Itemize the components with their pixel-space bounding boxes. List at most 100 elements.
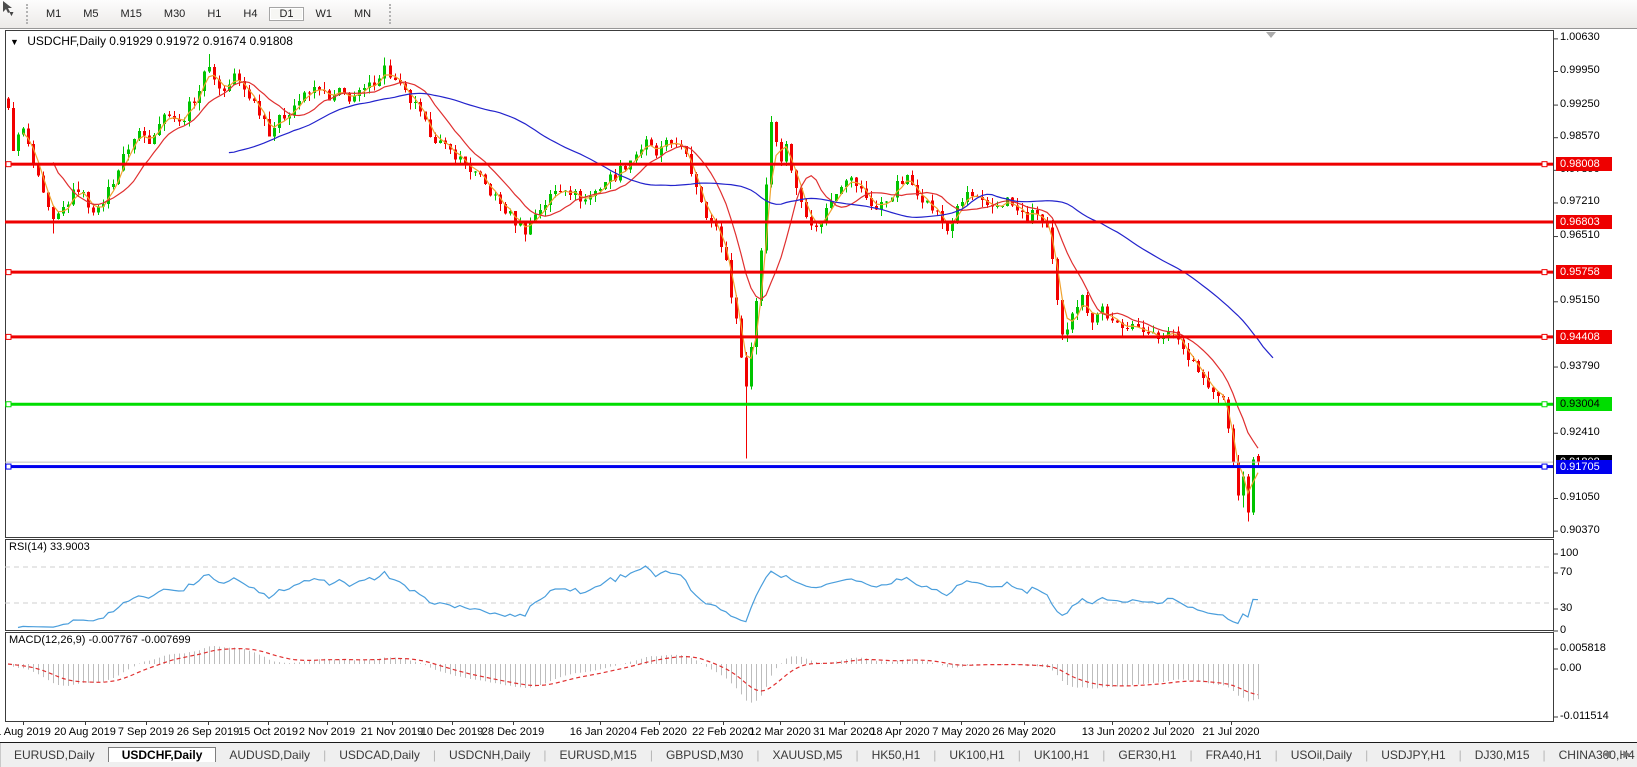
hline-price-label-0.91705: 0.91705 xyxy=(1556,459,1612,474)
timeframe-button-m5[interactable]: M5 xyxy=(73,7,108,21)
timeframe-button-w1[interactable]: W1 xyxy=(306,7,343,21)
macd-signal-line xyxy=(7,647,1259,696)
rsi-axis-label: 100 xyxy=(1560,547,1579,559)
hline-0.94408[interactable] xyxy=(5,335,1553,339)
tab-scroll-right-icon[interactable]: ▶ xyxy=(1623,749,1631,760)
axis-ticks xyxy=(23,38,1558,725)
date-axis-label: 10 Dec 2019 xyxy=(420,726,484,738)
cursor-tool-button[interactable]: ▼ xyxy=(3,1,19,20)
hline-handle[interactable] xyxy=(5,463,12,470)
chart-tab-usdchf-daily[interactable]: USDCHF,Daily xyxy=(107,747,217,762)
date-axis-label: 26 Sep 2019 xyxy=(176,726,240,738)
date-axis-label: 20 Aug 2019 xyxy=(54,726,116,738)
chart-tab-eurusd-daily[interactable]: EURUSD,Daily xyxy=(1,748,108,762)
price-axis-label: 0.96510 xyxy=(1560,229,1600,242)
hline-handle[interactable] xyxy=(1541,401,1548,408)
main-price-panel-border xyxy=(5,30,1554,538)
chart-tab-ger30-h1[interactable]: GER30,H1 xyxy=(1105,748,1189,762)
chart-close-value: 0.91808 xyxy=(249,34,293,48)
horizontal-lines[interactable] xyxy=(5,161,1553,470)
date-axis-label: 13 Jun 2020 xyxy=(1081,726,1143,738)
timeframe-button-h1[interactable]: H1 xyxy=(197,7,231,21)
hline-price-label-0.95758: 0.95758 xyxy=(1556,265,1612,280)
price-axis-label: 0.95150 xyxy=(1560,294,1600,307)
macd-axis-label: 0.00 xyxy=(1560,662,1582,674)
rsi-panel-border xyxy=(5,539,1554,631)
chart-tab-usoil-daily[interactable]: USOil,Daily xyxy=(1278,748,1365,762)
price-axis-label: 0.91050 xyxy=(1560,491,1600,503)
macd-axis-label: 0.005818 xyxy=(1560,642,1606,654)
date-axis-label: 7 Sep 2019 xyxy=(117,726,175,738)
candlestick-chart[interactable] xyxy=(0,28,1637,767)
timeframe-button-h4[interactable]: H4 xyxy=(233,7,267,21)
date-axis-label: 18 Apr 2020 xyxy=(870,726,930,738)
hline-price-label-0.93004: 0.93004 xyxy=(1556,397,1612,412)
chart-low-value: 0.91674 xyxy=(202,34,247,48)
hline-handle[interactable] xyxy=(1541,333,1548,340)
hline-0.93004[interactable] xyxy=(5,402,1553,406)
macd-indicator xyxy=(7,646,1259,703)
price-axis-label: 0.99250 xyxy=(1560,97,1600,110)
date-axis-label: 26 May 2020 xyxy=(992,726,1056,738)
chart-tab-usdcad-daily[interactable]: USDCAD,Daily xyxy=(326,748,433,762)
ma-red-line xyxy=(52,80,1259,449)
rsi-axis-label: 30 xyxy=(1560,602,1573,614)
rsi-line xyxy=(17,565,1259,629)
price-axis-label: 0.90370 xyxy=(1560,523,1600,536)
hline-handle[interactable] xyxy=(5,269,12,276)
price-axis-label: 0.93790 xyxy=(1560,359,1600,372)
ma-gold-line xyxy=(22,74,1259,495)
hline-handle[interactable] xyxy=(1541,463,1548,470)
macd-panel-border xyxy=(5,632,1554,722)
hline-price-label-0.98008: 0.98008 xyxy=(1556,157,1612,172)
date-axis-label: 22 Feb 2020 xyxy=(692,726,754,738)
timeframe-button-m15[interactable]: M15 xyxy=(111,7,152,21)
chart-tab-usdcnh-daily[interactable]: USDCNH,Daily xyxy=(436,748,543,762)
rsi-indicator-label: RSI(14) 33.9003 xyxy=(9,541,90,553)
chart-tab-hk50-h1[interactable]: HK50,H1 xyxy=(859,748,934,762)
hline-price-label-0.94408: 0.94408 xyxy=(1556,329,1612,344)
timeframe-button-m30[interactable]: M30 xyxy=(154,7,195,21)
mt4-terminal: ▼ M1 M5 M15 M30 H1 H4 D1 W1 MN ▼ USDCHF,Daily 0.… xyxy=(0,0,1637,767)
timeframe-button-d1[interactable]: D1 xyxy=(269,7,304,21)
date-axis-label: 31 Mar 2020 xyxy=(813,726,875,738)
tab-scroll-left-icon[interactable]: ◀ xyxy=(1603,749,1611,760)
date-axis-label: 2 Jul 2020 xyxy=(1143,726,1195,738)
hline-0.95758[interactable] xyxy=(5,270,1553,274)
chart-tab-uk100-h1[interactable]: UK100,H1 xyxy=(1021,748,1102,762)
chart-tab-uk100-h1[interactable]: UK100,H1 xyxy=(936,748,1017,762)
timeframe-button-mn[interactable]: MN xyxy=(344,7,381,21)
hline-handle[interactable] xyxy=(5,333,12,340)
chart-tab-audusd-daily[interactable]: AUDUSD,Daily xyxy=(216,748,323,762)
chart-open-value: 0.91929 xyxy=(109,34,153,48)
toolbar-separator xyxy=(25,4,28,24)
date-axis-label: 28 Dec 2019 xyxy=(481,726,545,738)
price-axis-label: 0.92410 xyxy=(1560,425,1600,438)
chart-shift-marker-icon[interactable] xyxy=(1266,32,1276,38)
rsi-indicator xyxy=(5,565,1553,629)
hline-0.91705[interactable] xyxy=(5,465,1553,469)
candles-series[interactable] xyxy=(7,54,1260,522)
timeframe-button-m1[interactable]: M1 xyxy=(36,7,71,21)
chart-tab-eurusd-m15[interactable]: EURUSD,M15 xyxy=(546,748,649,762)
chart-ohlc-title: ▼ USDCHF,Daily 0.91929 0.91972 0.91674 0… xyxy=(10,34,293,48)
macd-indicator-label: MACD(12,26,9) -0.007767 -0.007699 xyxy=(9,634,191,646)
date-axis-label: 21 Nov 2019 xyxy=(360,726,424,738)
chart-tab-usdjpy-h1[interactable]: USDJPY,H1 xyxy=(1368,748,1458,762)
date-axis-label: 7 May 2020 xyxy=(932,726,990,738)
chart-tab-xauusd-m5[interactable]: XAUUSD,M5 xyxy=(759,748,855,762)
price-axis-label: 1.00630 xyxy=(1560,31,1600,44)
chart-tab-fra40-h1[interactable]: FRA40,H1 xyxy=(1193,748,1275,762)
hline-handle[interactable] xyxy=(1541,161,1548,168)
timeframe-toolbar: ▼ M1 M5 M15 M30 H1 H4 D1 W1 MN xyxy=(0,0,1637,29)
hline-handle[interactable] xyxy=(1541,269,1548,276)
chart-tab-dj30-m15[interactable]: DJ30,M15 xyxy=(1462,748,1543,762)
chart-menu-icon[interactable]: ▼ xyxy=(10,37,19,47)
hline-handle[interactable] xyxy=(5,401,12,408)
chart-tab-bar: EURUSD,Daily USDCHF,Daily AUDUSD,Daily | USD… xyxy=(0,742,1637,767)
hline-0.98008[interactable] xyxy=(5,162,1553,166)
chart-tab-gbpusd-m30[interactable]: GBPUSD,M30 xyxy=(653,748,756,762)
hline-handle[interactable] xyxy=(5,161,12,168)
hline-0.96803[interactable] xyxy=(5,220,1553,224)
macd-axis-label: -0.011514 xyxy=(1560,710,1609,722)
